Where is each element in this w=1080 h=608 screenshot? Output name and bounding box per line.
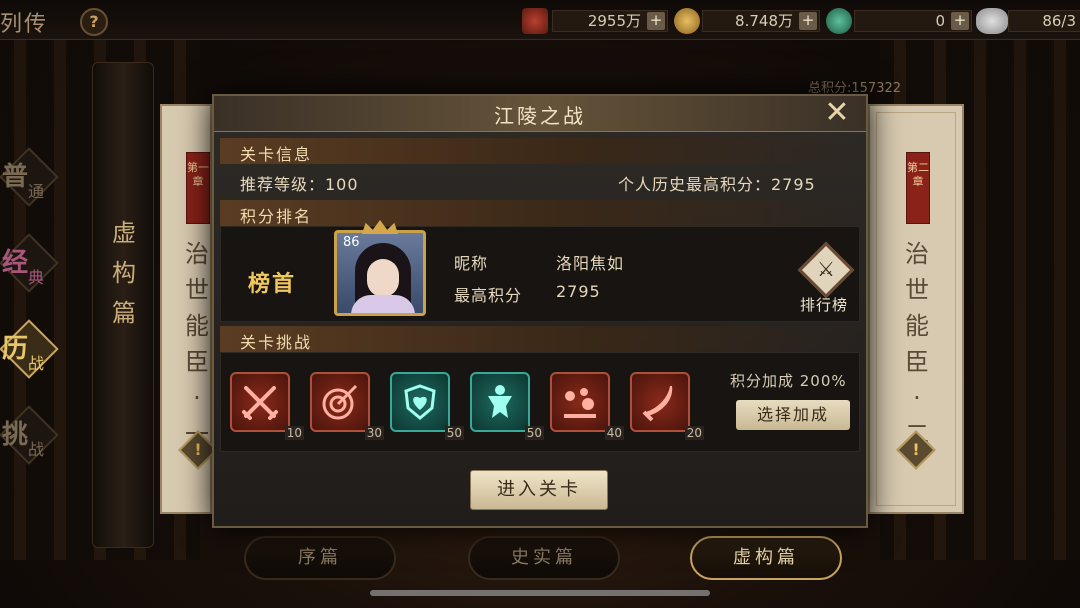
- resource-scroll: 2955万 +: [552, 10, 668, 32]
- chapter-scroll-left[interactable]: 虚构篇: [92, 62, 154, 548]
- difficulty-challenge[interactable]: 挑 战: [0, 405, 59, 465]
- warning-mark: !: [194, 440, 202, 459]
- coin-icon: [674, 8, 700, 34]
- resource-scroll-value: 2955万: [587, 12, 641, 30]
- challenge-value: 30: [364, 426, 384, 440]
- personal-best-score: 个人历史最高积分：2795: [618, 175, 816, 194]
- leaderboard-icon: ⚔: [817, 257, 835, 281]
- add-jade-button[interactable]: +: [951, 12, 969, 30]
- difficulty-sublabel: 战: [28, 354, 45, 373]
- chapter-seal: 第二章: [906, 152, 930, 224]
- stage-dialog: 江陵之战 ✕ 关卡信息 推荐等级：100 个人历史最高积分：2795 积分排名 …: [212, 94, 868, 528]
- leaderboard-button[interactable]: ⚔ 排行榜: [790, 241, 858, 316]
- section-title: 积分排名: [240, 207, 313, 226]
- score-bonus-text: 积分加成 200%: [730, 372, 847, 390]
- rank-first-label: 榜首: [248, 272, 297, 297]
- section-ranking: 积分排名: [220, 200, 860, 226]
- top-bar: 列传 ? 2955万 + 8.748万 + 0 + 86/3: [0, 0, 1080, 40]
- difficulty-veteran[interactable]: 历 战: [0, 319, 59, 379]
- section-title: 关卡挑战: [240, 333, 313, 352]
- stone-icon: [976, 8, 1008, 34]
- warrior-icon: [488, 385, 512, 418]
- difficulty-label: 普: [2, 162, 29, 192]
- tab-history[interactable]: 史实篇: [468, 536, 620, 580]
- crossed-swords-icon: [242, 386, 278, 420]
- challenge-orbs[interactable]: 40: [548, 370, 624, 440]
- portrait-robe: [351, 295, 415, 313]
- help-button[interactable]: ?: [80, 8, 108, 36]
- recommended-level: 推荐等级：100: [240, 175, 359, 194]
- challenge-value: 40: [604, 426, 624, 440]
- dialog-header: 江陵之战 ✕: [214, 96, 866, 132]
- tab-fiction[interactable]: 虚构篇: [690, 536, 842, 580]
- difficulty-sublabel: 典: [28, 268, 45, 287]
- chapter-title: 治世能臣·二: [905, 240, 929, 448]
- nickname-value: 洛阳焦如: [556, 254, 625, 273]
- challenge-warrior[interactable]: 50: [468, 370, 544, 440]
- challenge-crossed-swords[interactable]: 10: [228, 370, 304, 440]
- chapter-card-right[interactable]: 第二章 治世能臣·二 !: [868, 104, 964, 514]
- avatar[interactable]: 86: [334, 230, 426, 316]
- challenge-heart-shield[interactable]: 50: [388, 370, 464, 440]
- close-button[interactable]: ✕: [822, 98, 852, 129]
- difficulty-label: 挑: [2, 420, 29, 450]
- avatar-level: 86: [343, 235, 360, 250]
- warning-mark: !: [912, 440, 920, 459]
- target-icon: [322, 384, 358, 420]
- nickname-label: 昵称: [454, 254, 489, 273]
- resource-stone-value: 86/3: [1042, 12, 1076, 30]
- section-title: 关卡信息: [240, 145, 313, 164]
- resource-coin-value: 8.748万: [735, 12, 793, 30]
- scroll-icon: [522, 8, 548, 34]
- dialog-title: 江陵之战: [494, 104, 586, 128]
- challenge-target[interactable]: 30: [308, 370, 384, 440]
- difficulty-label: 历: [2, 334, 29, 364]
- challenge-value: 10: [284, 426, 304, 440]
- portrait-face: [367, 259, 399, 297]
- difficulty-normal[interactable]: 普 通: [0, 147, 59, 207]
- jade-icon: [826, 8, 852, 34]
- difficulty-label: 经: [2, 248, 29, 278]
- section-stage-info: 关卡信息: [220, 138, 860, 164]
- high-score-label: 最高积分: [454, 286, 523, 305]
- resource-stone: 86/3: [1008, 10, 1080, 32]
- challenge-value: 50: [524, 426, 544, 440]
- resource-jade: 0 +: [854, 10, 972, 32]
- challenge-value: 50: [444, 426, 464, 440]
- leaderboard-label: 排行榜: [799, 296, 848, 314]
- tab-prologue[interactable]: 序篇: [244, 536, 396, 580]
- section-challenge: 关卡挑战: [220, 326, 860, 352]
- difficulty-sublabel: 战: [28, 440, 45, 459]
- challenge-saber[interactable]: 20: [628, 370, 704, 440]
- resource-jade-value: 0: [935, 12, 945, 30]
- resource-coin: 8.748万 +: [702, 10, 820, 32]
- page-title: 列传: [0, 12, 49, 37]
- chapter-card-left[interactable]: 第一章 治世能臣·一 !: [160, 104, 218, 514]
- home-indicator[interactable]: [370, 590, 710, 596]
- challenge-value: 20: [684, 426, 704, 440]
- saber-icon: [642, 386, 673, 422]
- difficulty-sublabel: 通: [28, 182, 45, 201]
- scroll-label: 虚构篇: [112, 219, 136, 327]
- add-scroll-button[interactable]: +: [647, 12, 665, 30]
- chapter-seal: 第一章: [186, 152, 210, 224]
- enter-stage-button[interactable]: 进入关卡: [470, 470, 608, 510]
- heart-shield-icon: [404, 384, 436, 420]
- ranking-panel: [220, 226, 860, 322]
- chapter-title: 治世能臣·一: [185, 240, 209, 448]
- high-score-value: 2795: [556, 282, 601, 301]
- difficulty-classic[interactable]: 经 典: [0, 233, 59, 293]
- select-bonus-button[interactable]: 选择加成: [736, 400, 850, 430]
- orbs-icon: [564, 388, 596, 418]
- add-coin-button[interactable]: +: [799, 12, 817, 30]
